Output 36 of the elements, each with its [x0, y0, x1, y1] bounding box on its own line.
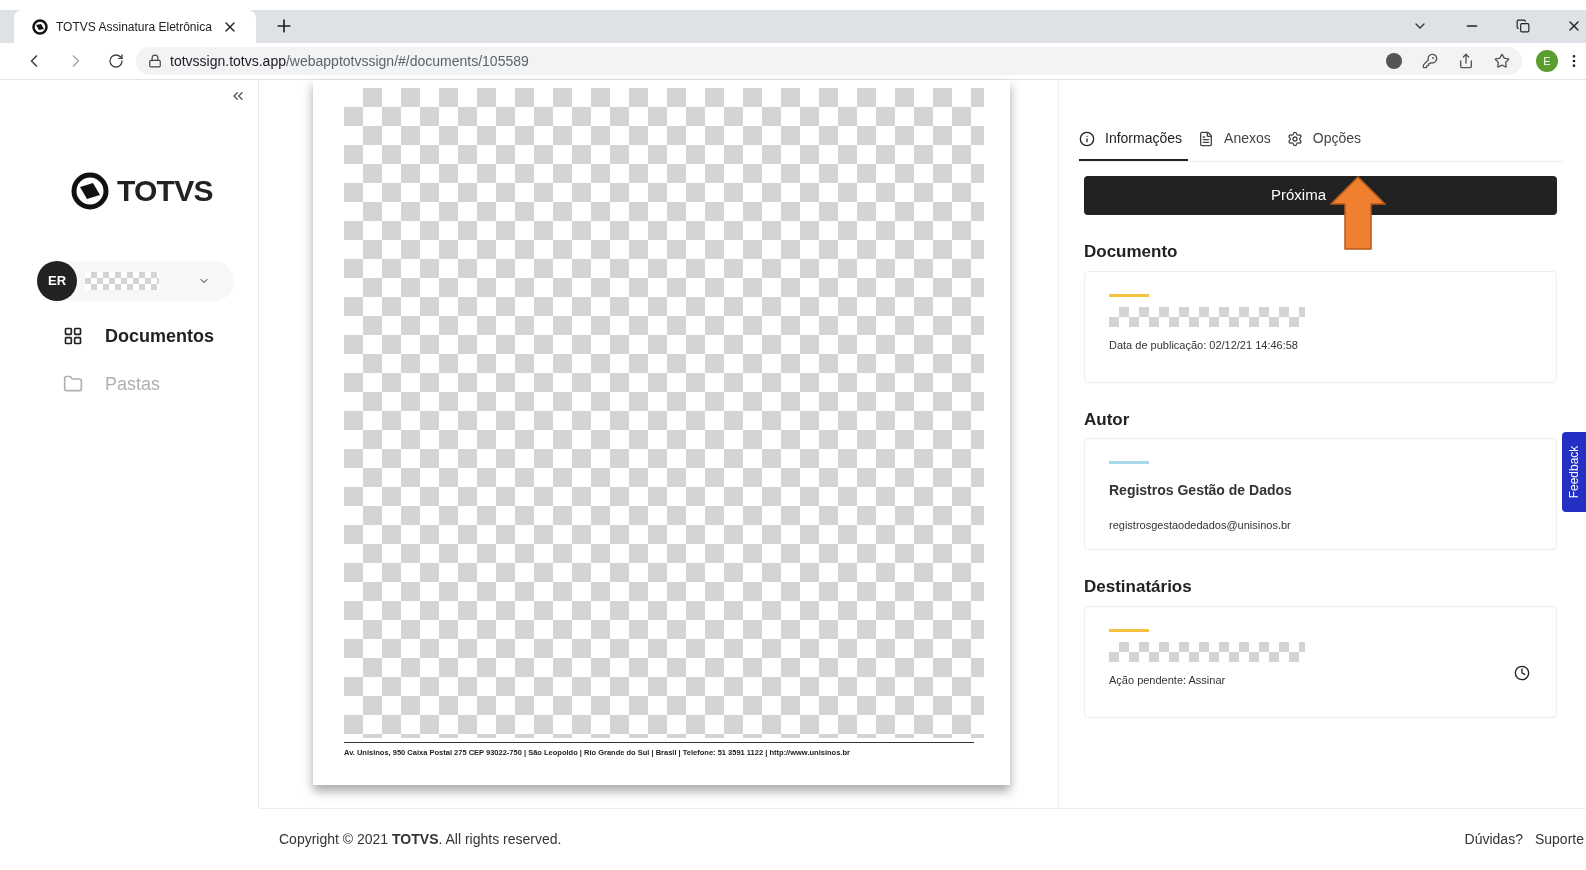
user-avatar: ER — [37, 261, 77, 301]
brand-logo: TOTVS — [71, 168, 258, 213]
browser-tab[interactable]: TOTVS Assinatura Eletrônica — [14, 10, 256, 43]
restore-icon[interactable] — [1516, 19, 1530, 33]
footer-link[interactable]: Suporte — [1534, 829, 1584, 850]
folder-icon — [63, 374, 83, 394]
bookmark-star-icon[interactable] — [1494, 53, 1510, 69]
share-icon[interactable] — [1458, 53, 1474, 69]
next-button[interactable]: Próxima — [1084, 176, 1557, 215]
panel-tab[interactable]: Anexos — [1198, 128, 1277, 161]
card-detail: registrosgestaodedados@unisinos.br — [1109, 518, 1292, 533]
section-heading: Destinatários — [1084, 576, 1193, 598]
footer-link[interactable]: Dúvidas? — [1464, 829, 1523, 850]
document-icon — [1198, 130, 1215, 147]
card-detail: Ação pendente: Assinar — [1109, 672, 1227, 688]
user-menu[interactable]: ER — [37, 261, 234, 301]
key-icon[interactable] — [1422, 53, 1438, 69]
clock-icon — [1514, 664, 1530, 681]
feedback-tab[interactable]: Feedback — [1562, 432, 1586, 512]
card-detail: Data de publicação: 02/12/21 14:46:58 — [1109, 337, 1299, 353]
url-text: totvssign.totvs.app/webapptotvssign/#/documents/105589 — [170, 51, 530, 71]
settings-icon — [1286, 130, 1303, 147]
lock-icon — [148, 54, 162, 68]
copyright-text: Copyright © 2021 TOTVS. All rights reserved. — [279, 830, 563, 849]
address-bar[interactable]: totvssign.totvs.app/webapptotvssign/#/documents/105589 — [136, 47, 1522, 75]
tab-title: TOTVS Assinatura Eletrônica — [56, 18, 213, 36]
panel-tab[interactable]: Informações — [1079, 128, 1189, 161]
panel-tab[interactable]: Opções — [1286, 128, 1367, 161]
info-icon — [1079, 130, 1095, 147]
author-name: Registros Gestão de Dados — [1109, 481, 1293, 500]
section-heading: Autor — [1084, 408, 1131, 431]
sidebar-item[interactable]: Documentos — [63, 321, 258, 351]
grid-icon — [63, 326, 83, 346]
section-heading: Documento — [1084, 241, 1179, 263]
logo-icon — [32, 18, 48, 35]
reload-icon[interactable] — [108, 53, 124, 69]
